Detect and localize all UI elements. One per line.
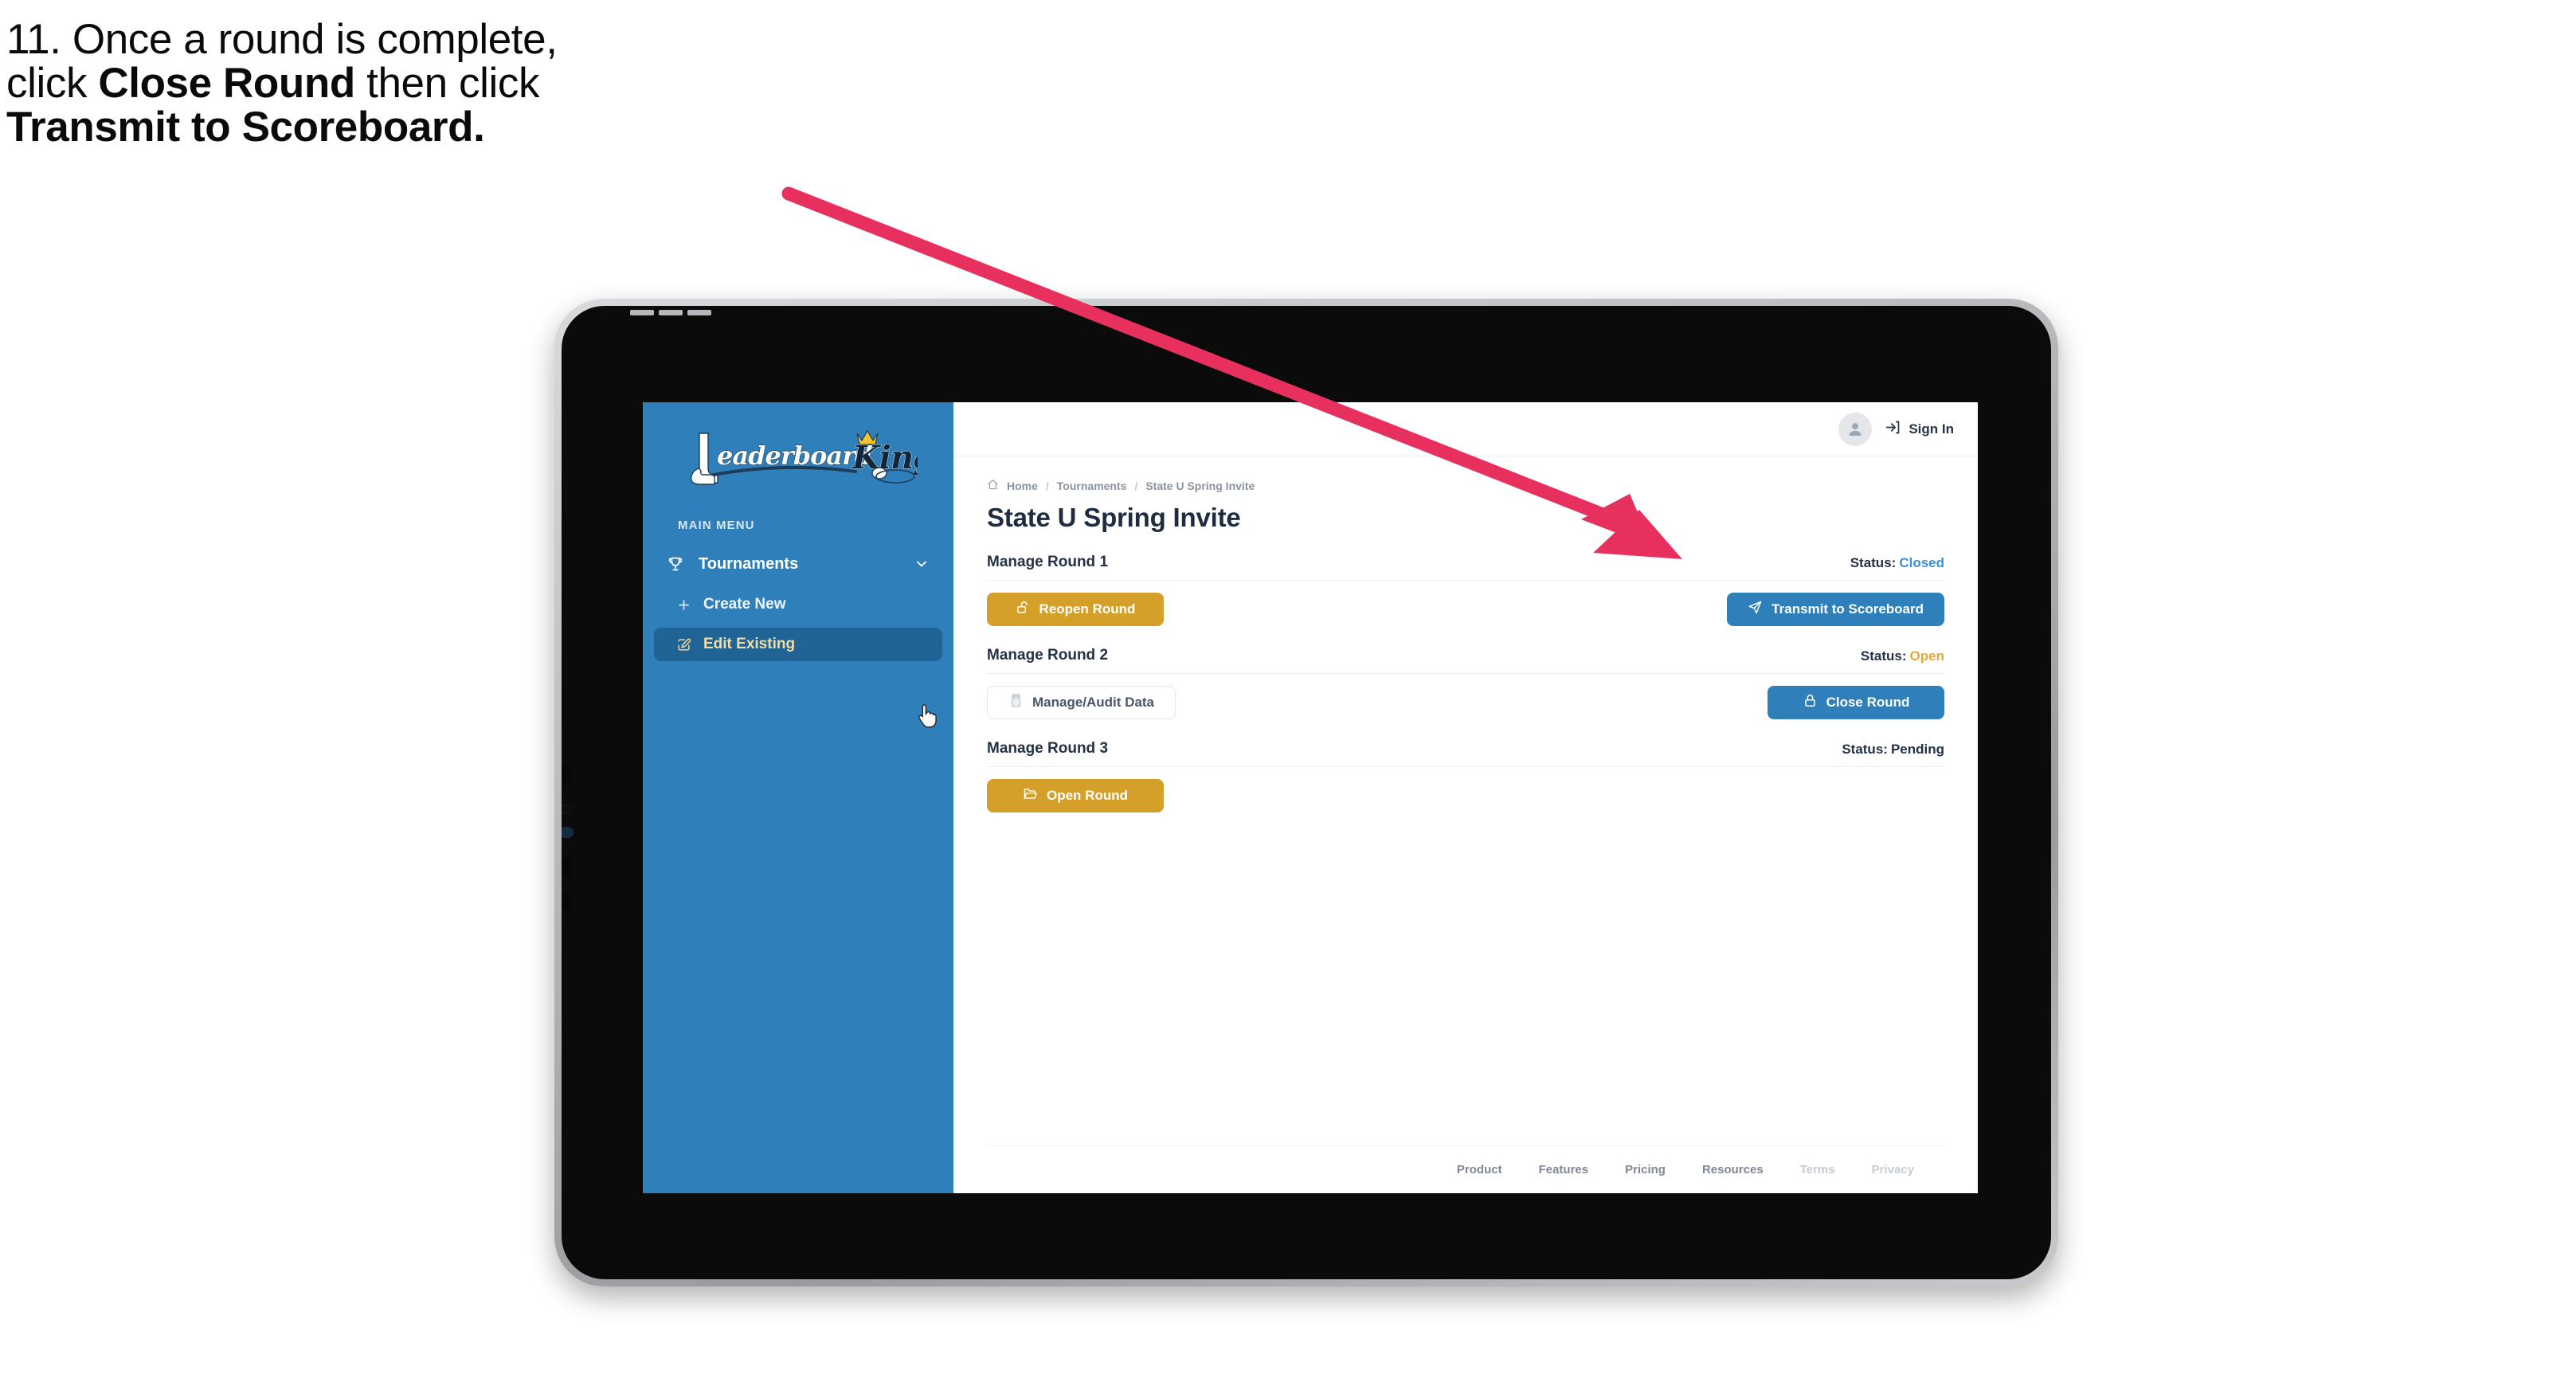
manage-audit-data-button[interactable]: Manage/Audit Data	[987, 686, 1176, 719]
round-actions: Reopen Round Transmit to Scoreboard	[987, 593, 1944, 626]
screenshot-root: 11. Once a round is complete, click Clos…	[0, 0, 2576, 1386]
sidebar-item-label: Create New	[703, 596, 786, 613]
page-content: Home / Tournaments / State U Spring Invi…	[953, 456, 1978, 1145]
app-viewport: eaderboard King MAIN MENU	[643, 402, 1978, 1193]
footer-link-product[interactable]: Product	[1457, 1163, 1502, 1177]
trophy-icon	[667, 555, 694, 573]
status-label: Status:	[1860, 648, 1907, 664]
lock-icon	[1803, 693, 1818, 712]
round-header: Manage Round 2 Status: Open	[987, 647, 1944, 674]
sidebar-item-tournaments[interactable]: Tournaments	[654, 546, 942, 581]
tablet-indicator-led	[562, 827, 574, 838]
tablet-top-sensors	[630, 309, 789, 315]
breadcrumb-separator: /	[1134, 480, 1138, 492]
status-badge: Status: Open	[1861, 648, 1944, 664]
status-badge: Status: Pending	[1842, 742, 1944, 758]
status-label: Status:	[1850, 555, 1897, 570]
status-badge: Status: Closed	[1850, 555, 1944, 571]
round-block-1: Manage Round 1 Status: Closed Reopen Rou…	[987, 554, 1944, 626]
sidebar-nav: Tournaments Create New Edit Existing	[643, 546, 953, 661]
avatar[interactable]	[1838, 412, 1873, 446]
brand-logo[interactable]: eaderboard King	[643, 417, 953, 499]
breadcrumb: Home / Tournaments / State U Spring Invi…	[987, 479, 1944, 493]
round-actions: Open Round	[987, 779, 1944, 812]
sign-in-arrow-icon	[1885, 419, 1901, 440]
open-round-button[interactable]: Open Round	[987, 779, 1164, 812]
button-label: Transmit to Scoreboard	[1771, 601, 1924, 617]
round-title: Manage Round 3	[987, 740, 1109, 757]
footer-link-pricing[interactable]: Pricing	[1625, 1163, 1666, 1177]
footer-link-terms[interactable]: Terms	[1800, 1163, 1835, 1177]
caption-line-1: 11. Once a round is complete,	[6, 16, 558, 63]
status-value: Closed	[1899, 555, 1944, 570]
round-header: Manage Round 1 Status: Closed	[987, 554, 1944, 581]
top-bar: Sign In	[953, 402, 1978, 456]
caption-line-2-prefix: click	[6, 60, 99, 108]
caption-close-round-bold: Close Round	[98, 60, 355, 108]
status-value: Pending	[1890, 742, 1944, 757]
round-actions: Manage/Audit Data Close Round	[987, 686, 1944, 719]
tablet-bezel: eaderboard King MAIN MENU	[562, 306, 2051, 1279]
round-title: Manage Round 1	[987, 554, 1109, 570]
sign-in-label: Sign In	[1909, 421, 1954, 437]
sidebar-item-label: Tournaments	[699, 554, 799, 573]
chevron-down-icon[interactable]	[914, 556, 930, 572]
footer-link-privacy[interactable]: Privacy	[1872, 1163, 1914, 1177]
home-icon[interactable]	[987, 479, 999, 493]
close-round-button[interactable]: Close Round	[1768, 686, 1944, 719]
folder-open-icon	[1023, 786, 1038, 805]
button-label: Manage/Audit Data	[1032, 695, 1155, 710]
tablet-button-1[interactable]	[562, 764, 574, 786]
caption-line-2: click Close Round then click	[6, 61, 867, 105]
sidebar-section-label: MAIN MENU	[678, 519, 755, 532]
footer-link-resources[interactable]: Resources	[1702, 1163, 1764, 1177]
pencil-square-icon	[676, 637, 703, 652]
instruction-caption: 11. Once a round is complete, click Clos…	[6, 18, 867, 149]
sign-in-button[interactable]: Sign In	[1885, 419, 1954, 440]
tablet-button-2[interactable]	[562, 805, 574, 814]
status-label: Status:	[1842, 742, 1888, 757]
tablet-volume-down-button[interactable]	[562, 891, 574, 913]
breadcrumb-item-current[interactable]: State U Spring Invite	[1145, 480, 1255, 492]
button-label: Close Round	[1826, 695, 1910, 710]
pointing-hand-cursor	[917, 703, 939, 734]
button-label: Open Round	[1047, 788, 1128, 803]
main-content: Sign In Home / Tournaments / State U Spr…	[953, 402, 1978, 1193]
paper-plane-icon	[1748, 600, 1763, 619]
caption-line-2-suffix: then click	[354, 60, 540, 108]
button-label: Reopen Round	[1039, 601, 1136, 617]
round-block-3: Manage Round 3 Status: Pending Open Roun…	[987, 740, 1944, 812]
sidebar-item-edit-existing[interactable]: Edit Existing	[654, 628, 942, 661]
sidebar-item-label: Edit Existing	[703, 636, 796, 652]
sidebar-item-create-new[interactable]: Create New	[654, 588, 942, 621]
footer-link-features[interactable]: Features	[1539, 1163, 1589, 1177]
breadcrumb-item-tournaments[interactable]: Tournaments	[1057, 480, 1127, 492]
transmit-to-scoreboard-button[interactable]: Transmit to Scoreboard	[1727, 593, 1944, 626]
plus-icon	[676, 597, 703, 613]
round-block-2: Manage Round 2 Status: Open Manage/Audit…	[987, 647, 1944, 719]
page-title: State U Spring Invite	[987, 503, 1241, 532]
caption-transmit-bold: Transmit to Scoreboard.	[6, 104, 485, 151]
breadcrumb-separator: /	[1045, 480, 1049, 492]
status-value: Open	[1909, 648, 1944, 664]
round-title: Manage Round 2	[987, 647, 1109, 664]
unlock-icon	[1016, 600, 1031, 619]
footer: Product Features Pricing Resources Terms…	[987, 1145, 1944, 1193]
reopen-round-button[interactable]: Reopen Round	[987, 593, 1164, 626]
sidebar: eaderboard King MAIN MENU	[643, 402, 953, 1193]
breadcrumb-item-home[interactable]: Home	[1007, 480, 1038, 492]
tablet-volume-up-button[interactable]	[562, 855, 574, 878]
round-header: Manage Round 3 Status: Pending	[987, 740, 1944, 767]
tablet-device: eaderboard King MAIN MENU	[554, 299, 2058, 1286]
calculator-icon	[1008, 693, 1024, 712]
